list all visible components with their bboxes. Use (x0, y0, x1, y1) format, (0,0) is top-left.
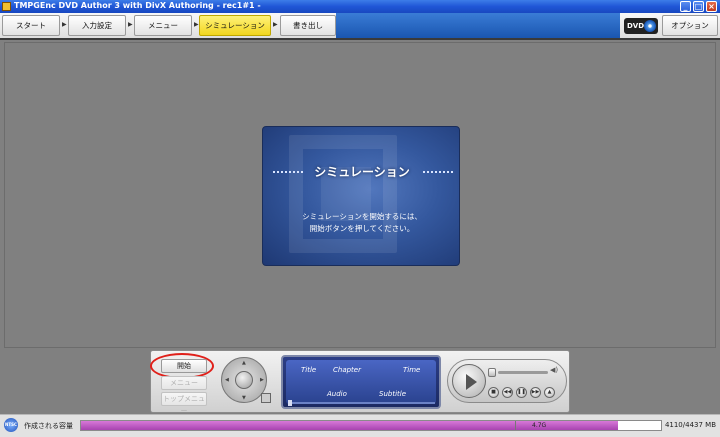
start-button[interactable]: 開始 (161, 359, 207, 373)
time-label: Time (403, 366, 421, 374)
return-icon[interactable] (261, 393, 271, 403)
capacity-value: 4110/4437 MB (664, 421, 716, 429)
speaker-icon: ◀) (550, 366, 559, 374)
dvd-format-badge: DVD (624, 18, 658, 34)
minimize-button[interactable]: _ (680, 1, 691, 12)
maximize-button[interactable]: □ (693, 1, 704, 12)
seek-handle[interactable] (288, 400, 292, 406)
eject-button[interactable]: ▲ (544, 387, 555, 398)
options-button[interactable]: オプション (662, 15, 718, 36)
previous-button[interactable]: ◀◀ (502, 387, 513, 398)
capacity-label: 作成される容量 (24, 422, 73, 430)
arrow-left-icon[interactable]: ◀ (225, 377, 229, 383)
arrow-down-icon[interactable]: ▼ (242, 395, 246, 401)
top-menu-button[interactable]: トップメニュー (161, 392, 207, 415)
step-arrow-icon: ▶ (62, 21, 67, 28)
step-arrow-icon: ▶ (194, 21, 199, 28)
nav-strip (336, 13, 620, 38)
playback-control-panel: 開始 メニュー トップメニュー ▲ ▼ ◀ ▶ Title Chapter Ti… (150, 350, 570, 415)
tab-start[interactable]: スタート (2, 15, 60, 36)
card-message-line1: シミュレーションを開始するには、 (302, 212, 422, 221)
card-title: シミュレーション (314, 165, 410, 179)
playback-info-display: Title Chapter Time Audio Subtitle (281, 355, 441, 409)
dvd-badge-label: DVD (627, 22, 645, 30)
step-arrow-icon: ▶ (273, 21, 278, 28)
arrow-up-icon[interactable]: ▲ (242, 360, 246, 366)
ntsc-icon: NTSC (4, 418, 18, 432)
tab-menu[interactable]: メニュー (134, 15, 192, 36)
next-button[interactable]: ▶▶ (530, 387, 541, 398)
pause-button[interactable]: ❚❚ (516, 387, 527, 398)
title-label: Title (301, 366, 317, 374)
arrow-right-icon[interactable]: ▶ (260, 377, 264, 383)
status-bar: NTSC 作成される容量 4.7G 4110/4437 MB (0, 414, 720, 437)
seek-bar[interactable] (289, 402, 435, 404)
app-icon (2, 2, 11, 11)
play-icon (466, 374, 477, 390)
simulation-preview: シミュレーション シミュレーションを開始するには、 開始ボタンを押してください。 (4, 42, 716, 348)
volume-slider[interactable] (498, 371, 548, 374)
chapter-label: Chapter (333, 366, 361, 374)
disc-icon (644, 20, 656, 32)
stop-button[interactable]: ■ (488, 387, 499, 398)
close-button[interactable]: × (706, 1, 717, 12)
title-bar: TMPGEnc DVD Author 3 with DivX Authoring… (0, 0, 720, 13)
window-title: TMPGEnc DVD Author 3 with DivX Authoring… (14, 1, 261, 10)
play-button[interactable] (452, 364, 486, 398)
disc-size-marker: 4.7G (515, 421, 546, 430)
card-message-line2: 開始ボタンを押してください。 (309, 224, 415, 233)
player-controls: ◀) ■ ◀◀ ❚❚ ▶▶ ▲ (447, 359, 567, 403)
tab-output[interactable]: 書き出し (280, 15, 336, 36)
volume-handle[interactable] (488, 368, 496, 377)
tab-input-settings[interactable]: 入力設定 (68, 15, 126, 36)
menu-button[interactable]: メニュー (161, 376, 207, 390)
step-navigation: スタート ▶ 入力設定 ▶ メニュー ▶ シミュレーション ▶ 書き出し DVD… (0, 13, 720, 40)
tab-simulation[interactable]: シミュレーション (199, 15, 271, 36)
step-arrow-icon: ▶ (128, 21, 133, 28)
audio-label: Audio (327, 390, 347, 398)
capacity-meter: 4.7G (80, 420, 662, 431)
simulation-card: シミュレーション シミュレーションを開始するには、 開始ボタンを押してください。 (262, 126, 460, 266)
enter-button[interactable] (235, 371, 253, 389)
subtitle-label: Subtitle (379, 390, 407, 398)
